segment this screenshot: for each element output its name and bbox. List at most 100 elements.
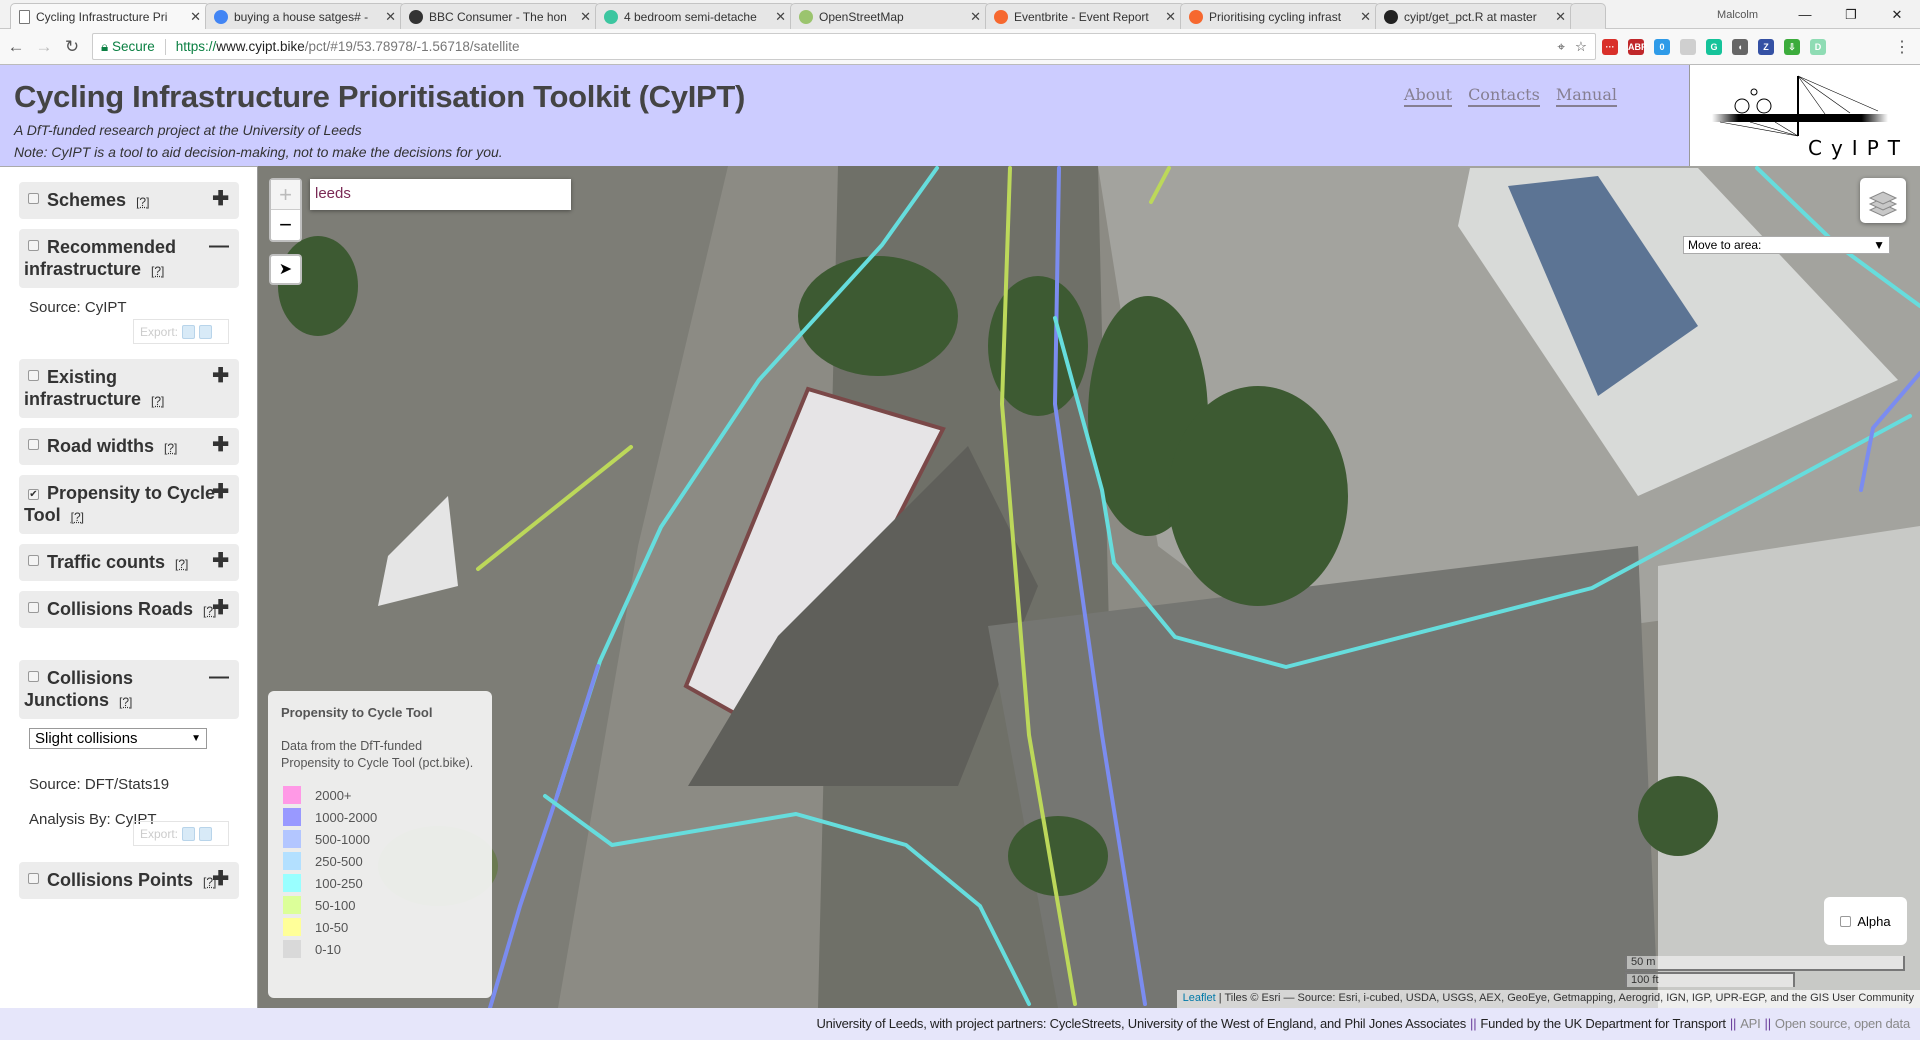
url-input[interactable]: 🔒︎ Secure https://www.cyipt.bike/pct/#19…: [92, 33, 1596, 60]
layer-checkbox[interactable]: [28, 370, 39, 381]
close-tab-icon[interactable]: ✕: [970, 9, 981, 25]
map-view[interactable]: + − ➤ leeds Move to area: ▼ Propensity to…: [258, 166, 1920, 1008]
layer-checkbox[interactable]: [28, 240, 39, 251]
expand-icon[interactable]: ✚: [212, 434, 229, 456]
close-tab-icon[interactable]: ✕: [385, 9, 396, 25]
scale-imperial: 100 ft: [1625, 972, 1795, 987]
layer-label[interactable]: Schemes: [47, 190, 126, 210]
layer-label[interactable]: Traffic counts: [47, 552, 165, 572]
close-tab-icon[interactable]: ✕: [775, 9, 786, 25]
export-csv-icon[interactable]: [182, 826, 196, 841]
export-csv-icon[interactable]: [182, 324, 196, 339]
help-link[interactable]: [?]: [151, 394, 164, 408]
close-tab-icon[interactable]: ✕: [1165, 9, 1176, 25]
open-source-link[interactable]: Open source, open data: [1775, 1016, 1910, 1031]
new-tab-button[interactable]: [1570, 3, 1606, 29]
layer-label[interactable]: Collisions Roads: [47, 599, 193, 619]
zoom-out-button[interactable]: −: [271, 210, 300, 240]
close-tab-icon[interactable]: ✕: [1555, 9, 1566, 25]
close-window-button[interactable]: ✕: [1874, 7, 1920, 23]
browser-tab[interactable]: 4 bedroom semi-detache ✕: [595, 3, 795, 29]
help-link[interactable]: [?]: [164, 441, 177, 455]
browser-tab[interactable]: Prioritising cycling infrast ✕: [1180, 3, 1380, 29]
move-to-area-select[interactable]: Move to area: ▼: [1683, 236, 1890, 254]
source-text: Source: DFT/Stats19: [29, 776, 170, 793]
layer-checkbox[interactable]: [28, 602, 39, 613]
location-icon[interactable]: ⌖: [1557, 39, 1565, 55]
browser-tab[interactable]: OpenStreetMap ✕: [790, 3, 990, 29]
legend-item: 1000-2000: [281, 806, 479, 828]
export-geojson-icon[interactable]: [199, 826, 213, 841]
legend-swatch: [283, 918, 301, 936]
expand-icon[interactable]: ✚: [212, 188, 229, 210]
extension-icon[interactable]: 0: [1654, 39, 1670, 55]
menu-icon[interactable]: ⋮: [1894, 37, 1910, 57]
help-link[interactable]: [?]: [151, 264, 164, 278]
extension-icon[interactable]: D: [1810, 39, 1826, 55]
layer-label[interactable]: Collisions Junctions: [24, 668, 133, 710]
browser-tab[interactable]: Eventbrite - Event Report ✕: [985, 3, 1185, 29]
minimize-button[interactable]: —: [1782, 7, 1828, 22]
extension-icon[interactable]: G: [1706, 39, 1722, 55]
layer-label[interactable]: Road widths: [47, 436, 154, 456]
layer-checkbox[interactable]: [28, 873, 39, 884]
extension-icon[interactable]: ⇩: [1784, 39, 1800, 55]
layer-checkbox[interactable]: ✔: [28, 489, 39, 500]
extension-icon[interactable]: ABP: [1628, 39, 1647, 55]
browser-tab[interactable]: BBC Consumer - The hon ✕: [400, 3, 600, 29]
alpha-toggle[interactable]: Alpha: [1824, 897, 1907, 945]
leaflet-link[interactable]: Leaflet: [1183, 992, 1216, 1004]
reload-icon[interactable]: ↻: [60, 37, 84, 57]
layer-checkbox[interactable]: [28, 671, 39, 682]
close-tab-icon[interactable]: ✕: [1360, 9, 1371, 25]
locate-button[interactable]: ➤: [269, 254, 302, 285]
close-tab-icon[interactable]: ✕: [190, 9, 201, 25]
layer-checkbox[interactable]: [28, 555, 39, 566]
browser-tab[interactable]: buying a house satges# - ✕: [205, 3, 405, 29]
manual-link[interactable]: Manual: [1555, 85, 1617, 107]
help-link[interactable]: [?]: [175, 557, 188, 571]
expand-icon[interactable]: ✚: [212, 597, 229, 619]
help-link[interactable]: [?]: [136, 195, 149, 209]
expand-icon[interactable]: ✚: [212, 365, 229, 387]
layer-checkbox[interactable]: [28, 439, 39, 450]
extension-icon[interactable]: Z: [1758, 39, 1774, 55]
legend-item: 100-250: [281, 872, 479, 894]
layers-button[interactable]: [1860, 178, 1906, 223]
close-tab-icon[interactable]: ✕: [580, 9, 591, 25]
expand-icon[interactable]: ✚: [212, 481, 229, 503]
browser-tab[interactable]: Cycling Infrastructure Pri ✕: [10, 3, 210, 29]
footer-separator: ||: [1729, 1016, 1737, 1031]
extension-icon[interactable]: [1680, 39, 1696, 55]
legend-swatch: [283, 808, 301, 826]
forward-icon[interactable]: →: [32, 37, 56, 57]
contacts-link[interactable]: Contacts: [1468, 85, 1540, 107]
layer-panel-schemes: Schemes [?] ✚: [19, 182, 239, 219]
collision-type-select[interactable]: Slight collisions ▼: [29, 728, 207, 749]
cyipt-logo[interactable]: CyIPT: [1689, 65, 1920, 166]
layer-label[interactable]: Collisions Points: [47, 870, 193, 890]
layer-label[interactable]: Existing infrastructure: [24, 367, 141, 409]
location-search-input[interactable]: leeds: [310, 179, 571, 210]
expand-icon[interactable]: ✚: [212, 550, 229, 572]
layer-label[interactable]: Propensity to Cycle Tool: [24, 483, 215, 525]
extension-icon[interactable]: ···: [1602, 39, 1618, 55]
bookmark-star-icon[interactable]: ☆: [1575, 39, 1587, 55]
help-link[interactable]: [?]: [119, 695, 132, 709]
restore-button[interactable]: ❐: [1828, 7, 1874, 23]
about-link[interactable]: About: [1403, 85, 1453, 107]
collapse-icon[interactable]: —: [209, 235, 229, 257]
layer-checkbox[interactable]: [28, 193, 39, 204]
api-link[interactable]: API: [1740, 1016, 1761, 1031]
profile-name[interactable]: Malcolm: [1717, 9, 1758, 21]
browser-tab[interactable]: cyipt/get_pct.R at master ✕: [1375, 3, 1575, 29]
zoom-in-button[interactable]: +: [271, 180, 300, 210]
export-geojson-icon[interactable]: [199, 324, 213, 339]
back-icon[interactable]: ←: [4, 37, 28, 57]
subtitle: A DfT-funded research project at the Uni…: [14, 122, 362, 138]
expand-icon[interactable]: ✚: [212, 868, 229, 890]
help-link[interactable]: [?]: [71, 510, 84, 524]
extension-icon[interactable]: ◖: [1732, 39, 1748, 55]
collapse-icon[interactable]: —: [209, 666, 229, 688]
alpha-checkbox[interactable]: [1840, 915, 1852, 927]
